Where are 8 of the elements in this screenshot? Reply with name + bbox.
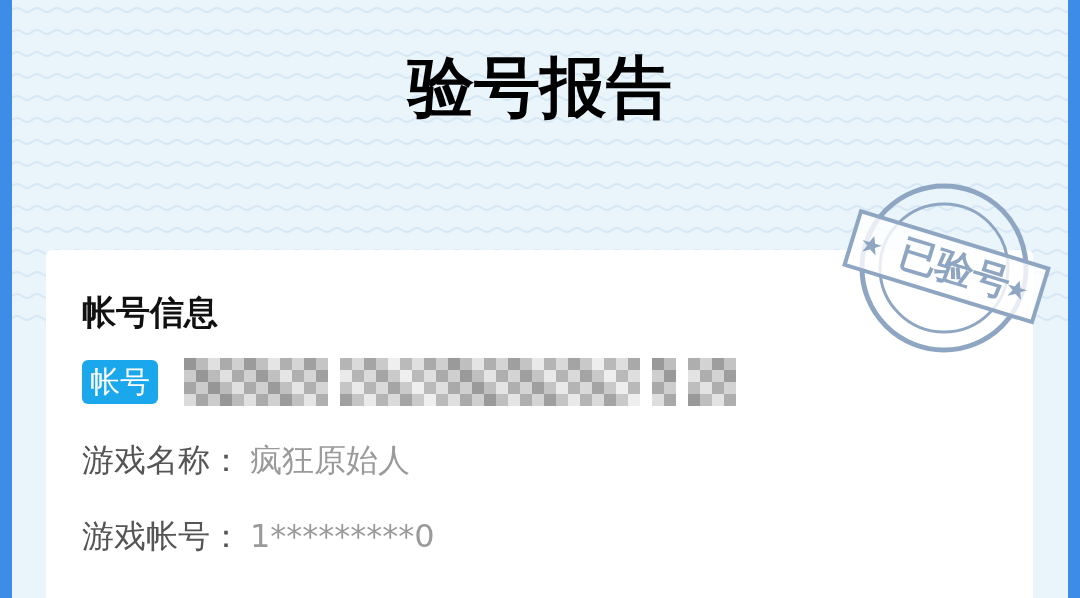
field-label: 游戏帐号： <box>82 516 242 557</box>
field-value: 1*********0 <box>250 516 435 557</box>
field-value: 疯狂原始人 <box>250 440 410 481</box>
account-badge: 帐号 <box>82 360 158 404</box>
field-label: 游戏名称： <box>82 440 242 481</box>
section-heading: 帐号信息 <box>82 291 219 334</box>
stamp-text: 已验号 <box>894 230 1016 306</box>
report-title: 验号报告 <box>408 48 672 128</box>
